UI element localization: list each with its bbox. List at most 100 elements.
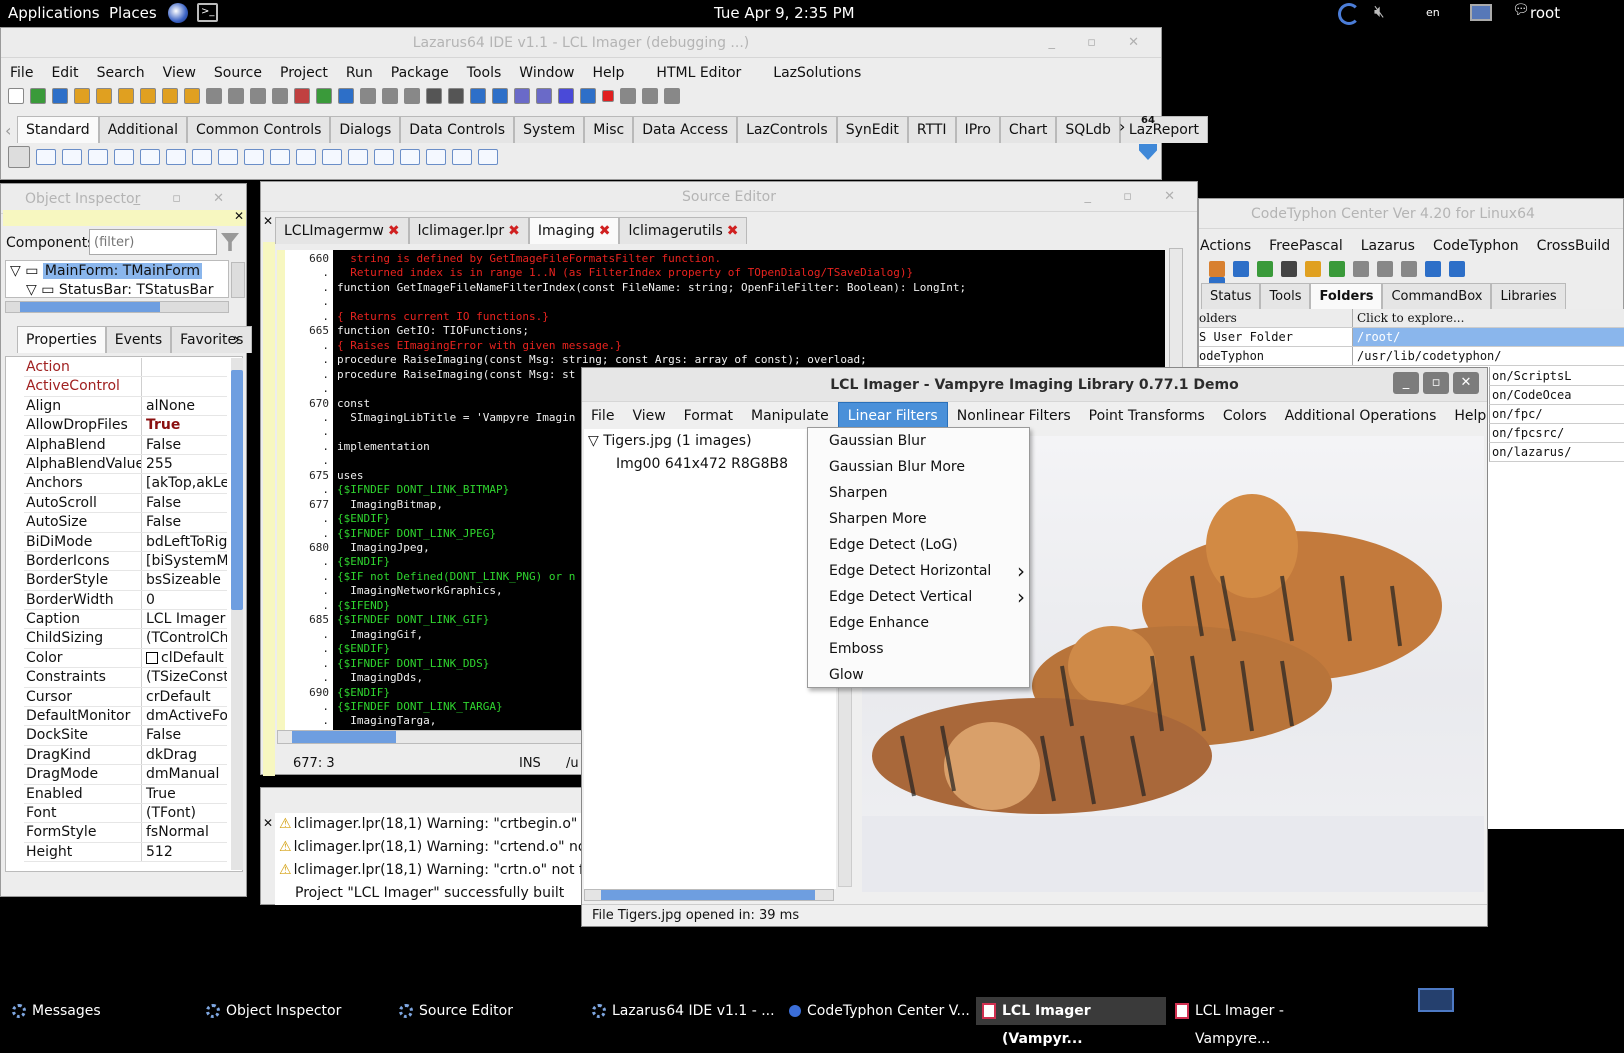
property-value[interactable]: crDefault (142, 688, 227, 706)
toolbar-icon[interactable] (52, 88, 68, 104)
property-value[interactable]: bsSizeable (142, 571, 227, 589)
property-row[interactable]: BorderWidth 0 (24, 590, 227, 611)
taskbar-item-source-editor[interactable]: Source Editor (393, 997, 583, 1025)
property-value[interactable] (142, 377, 227, 395)
palette-tab-data-controls[interactable]: Data Controls (400, 116, 515, 143)
source-tab-imaging[interactable]: Imaging ✖ (528, 217, 620, 244)
property-value[interactable]: 512 (142, 843, 227, 861)
code-line[interactable]: string is defined by GetImageFileFormats… (337, 252, 721, 267)
menu-source[interactable]: Source (205, 60, 271, 86)
toolbar-icon[interactable] (664, 88, 680, 104)
code-line[interactable]: uses (337, 469, 364, 484)
code-line[interactable]: ImagingGif, (337, 628, 423, 643)
property-row[interactable]: Color clDefault (24, 648, 227, 669)
taskbar-item-object-inspector[interactable]: Object Inspector (200, 997, 390, 1025)
tree-item-statusbar[interactable]: ▽ ▭ StatusBar: TStatusBar (6, 281, 228, 297)
palette-tab-sqldb[interactable]: SQLdb (1056, 116, 1120, 143)
close-tab-icon[interactable]: ✖ (723, 218, 739, 244)
property-row[interactable]: AutoScroll False (24, 493, 227, 514)
component-icon[interactable] (166, 149, 186, 165)
toolbar-icon[interactable] (558, 88, 574, 104)
component-icon[interactable] (218, 149, 238, 165)
property-row[interactable]: AutoSize False (24, 513, 227, 533)
network-icon[interactable] (1470, 4, 1492, 21)
ct-tab-commandbox[interactable]: CommandBox (1382, 283, 1492, 310)
filter-sharpen[interactable]: Sharpen (808, 480, 1029, 506)
toolbar-icon[interactable] (96, 88, 112, 104)
menu-window[interactable]: Window (510, 60, 583, 86)
folder-path[interactable]: on/CodeOcea (1489, 386, 1624, 405)
filter-icon[interactable] (221, 233, 239, 251)
imager-menu-nonlinear-filters[interactable]: Nonlinear Filters (948, 403, 1080, 429)
ct-toolbar-icon[interactable] (1257, 261, 1273, 277)
toolbar-icon[interactable] (514, 88, 530, 104)
ct-tab-libraries[interactable]: Libraries (1491, 283, 1566, 310)
taskbar-item-lazarus64-ide-v1-1[interactable]: Lazarus64 IDE v1.1 - ... (586, 997, 776, 1025)
menu-package[interactable]: Package (382, 60, 458, 86)
code-line[interactable]: ImagingNetworkGraphics, (337, 584, 502, 599)
property-value[interactable]: False (142, 513, 227, 531)
component-icon[interactable] (452, 149, 472, 165)
component-icon[interactable] (296, 149, 316, 165)
component-icon[interactable] (244, 149, 264, 165)
property-row[interactable]: DefaultMonitor dmActiveFor (24, 707, 227, 727)
code-line[interactable]: ImagingJpeg, (337, 541, 429, 556)
close-icon[interactable]: ✕ (263, 214, 273, 228)
property-row[interactable]: DragMode dmManual (24, 765, 227, 785)
property-value[interactable]: (TSizeConstr (142, 668, 227, 686)
toolbar-icon[interactable] (250, 88, 266, 104)
tab-favorites[interactable]: Favorites (171, 326, 253, 353)
palette-tab-ipro[interactable]: IPro (955, 116, 1000, 143)
component-icon[interactable] (88, 149, 108, 165)
tree-item-file[interactable]: ▽ Tigers.jpg (1 images) (584, 429, 836, 453)
filter-edge-detect-horizontal[interactable]: Edge Detect Horizontal › (808, 558, 1029, 584)
applications-menu[interactable]: Applications (8, 4, 100, 22)
message-item[interactable]: ⚠ lclimager.lpr(18,1) Warning: "crtbegin.… (275, 813, 591, 836)
component-icon[interactable] (478, 149, 498, 165)
palette-tab-chart[interactable]: Chart (999, 116, 1057, 143)
close-tab-icon[interactable]: ✖ (595, 218, 611, 244)
toolbar-icon[interactable] (426, 88, 442, 104)
component-icon[interactable] (36, 149, 56, 165)
toolbar-icon[interactable] (580, 88, 596, 104)
ct-toolbar-icon[interactable] (1209, 261, 1225, 277)
code-line[interactable]: const (337, 397, 370, 412)
palette-tab-rtti[interactable]: RTTI (907, 116, 956, 143)
toolbar-icon[interactable] (74, 88, 90, 104)
volume-icon[interactable]: 🔇︎ (1374, 2, 1385, 22)
close-tab-icon[interactable]: ✖ (384, 218, 400, 244)
palette-tab-synedit[interactable]: SynEdit (836, 116, 908, 143)
code-line[interactable]: Returned index is in range 1..N (as Filt… (337, 266, 913, 281)
filter-emboss[interactable]: Emboss (808, 636, 1029, 662)
palette-tab-system[interactable]: System (514, 116, 585, 143)
property-value[interactable]: LCL Imager ( (142, 610, 227, 628)
toolbar-icon[interactable] (536, 88, 552, 104)
property-row[interactable]: Constraints(TSizeConstr▷ (24, 668, 227, 688)
code-line[interactable]: implementation (337, 440, 430, 455)
component-icon[interactable] (426, 149, 446, 165)
toolbar-icon[interactable] (338, 88, 354, 104)
ct-menu-lazarus[interactable]: Lazarus (1352, 233, 1424, 259)
code-line[interactable]: function GetIO: TIOFunctions; (337, 324, 529, 339)
property-row[interactable]: DragKind dkDrag (24, 745, 227, 766)
pointer-icon[interactable] (8, 146, 30, 168)
code-line[interactable]: procedure RaiseImaging(const Msg: st (337, 368, 575, 383)
tree-hscrollbar[interactable] (584, 889, 834, 901)
folder-row[interactable]: odeTyphon /usr/lib/codetyphon/ (1199, 347, 1624, 366)
property-row[interactable]: ChildSizing(TControlCh▷ (24, 629, 227, 649)
property-value[interactable]: True (142, 785, 227, 803)
filter-edge-detect-log[interactable]: Edge Detect (LoG) (808, 532, 1029, 558)
code-line[interactable]: {$IFNDEF DONT_LINK_GIF} (337, 613, 489, 628)
message-item[interactable]: ⚠ lclimager.lpr(18,1) Warning: "crtn.o" n… (275, 859, 591, 882)
property-row[interactable]: Height 512 (24, 842, 227, 863)
code-line[interactable]: {$IFEND} (337, 599, 390, 614)
property-value[interactable]: [akTop,akLef (142, 474, 227, 492)
palette-scroll-left-icon[interactable]: ‹ (5, 121, 11, 140)
property-row[interactable]: Anchors[akTop,akLef▷ (24, 474, 227, 494)
property-value[interactable]: True (142, 416, 227, 434)
palette-tab-misc[interactable]: Misc (584, 116, 634, 143)
property-value[interactable]: dkDrag (142, 746, 227, 764)
toolbar-icon[interactable] (162, 88, 178, 104)
ct-tab-folders[interactable]: Folders (1310, 283, 1383, 310)
filter-edge-enhance[interactable]: Edge Enhance (808, 610, 1029, 636)
